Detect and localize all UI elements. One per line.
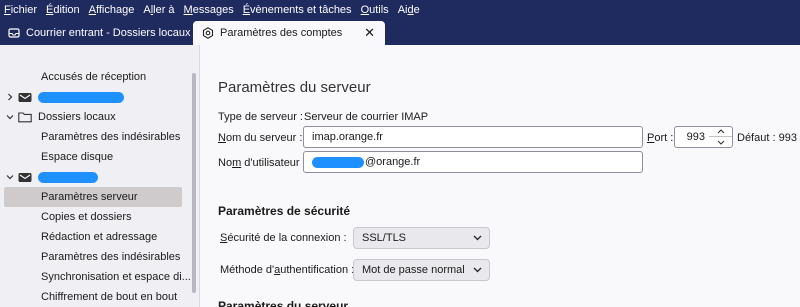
stepper-down-icon[interactable] [709, 137, 732, 147]
sidebar-item-label: Copies et dossiers [41, 211, 132, 223]
account-sidebar: Accusés de réception Dossiers locaux Par… [0, 45, 200, 307]
connection-security-value: SSL/TLS [362, 232, 407, 244]
username-label: Nom d'utilisateur : [218, 157, 306, 169]
server-section-heading: Paramètres du serveur [218, 299, 349, 307]
tab-account-settings[interactable]: Paramètres des comptes ✕ [193, 21, 385, 45]
username-domain: @orange.fr [365, 156, 421, 168]
close-icon[interactable]: ✕ [364, 25, 375, 41]
auth-method-value: Mot de passe normal [362, 264, 465, 276]
menu-bar: Fichier Édition Affichage Aller à Messag… [0, 0, 800, 21]
sidebar-item-label: Dossiers locaux [38, 111, 116, 123]
sidebar-scrollbar[interactable] [187, 45, 199, 307]
scrollbar-thumb[interactable] [192, 73, 196, 293]
tab-bar: Courrier entrant - Dossiers locaux Param… [0, 21, 800, 45]
redacted-username [312, 156, 364, 168]
sidebar-item-label: Paramètres serveur [41, 191, 138, 203]
sidebar-item-local-junk-settings[interactable]: Paramètres des indésirables [4, 127, 182, 147]
sidebar-item-local-folders[interactable]: Dossiers locaux [4, 107, 182, 127]
redacted-account-name [38, 171, 98, 183]
default-port-label: Défaut : 993 [737, 132, 797, 144]
chevron-down-icon [473, 233, 482, 244]
sidebar-item-copies-folders[interactable]: Copies et dossiers [4, 207, 182, 227]
menu-edition[interactable]: Édition [46, 0, 80, 21]
sidebar-item-label: Espace disque [41, 151, 114, 163]
tab-inbox[interactable]: Courrier entrant - Dossiers locaux [0, 21, 192, 45]
auth-method-select[interactable]: Mot de passe normal [353, 259, 490, 281]
sidebar-item-e2e-encryption[interactable]: Chiffrement de bout en bout [4, 287, 182, 307]
sidebar-item-label: Accusés de réception [41, 71, 147, 83]
port-stepper[interactable] [709, 126, 733, 148]
sidebar-item-junk-settings[interactable]: Paramètres des indésirables [4, 247, 182, 267]
menu-messages[interactable]: Messages [184, 0, 234, 21]
server-type-value: Serveur de courrier IMAP [304, 111, 429, 123]
chevron-down-icon[interactable] [4, 113, 16, 121]
connection-security-select[interactable]: SSL/TLS [353, 227, 490, 249]
sidebar-item-account-1[interactable] [4, 87, 182, 107]
menu-evenements-taches[interactable]: Évènements et tâches [243, 0, 352, 21]
auth-method-label: Méthode d'authentification : [220, 264, 355, 276]
mail-account-icon [18, 171, 32, 183]
menu-fichier[interactable]: Fichier [4, 0, 37, 21]
sidebar-item-server-settings[interactable]: Paramètres serveur [4, 187, 182, 207]
port-value: 993 [686, 131, 705, 143]
sidebar-item-label: Paramètres des indésirables [41, 251, 181, 263]
username-field[interactable]: @orange.fr [303, 151, 643, 173]
menu-outils[interactable]: Outils [361, 0, 389, 21]
tab-account-settings-label: Paramètres des comptes [220, 27, 343, 39]
stepper-up-icon[interactable] [709, 127, 732, 137]
sidebar-item-return-receipts[interactable]: Accusés de réception [4, 67, 182, 87]
sidebar-item-label: Chiffrement de bout en bout [41, 291, 178, 303]
chevron-down-icon[interactable] [4, 173, 16, 181]
sidebar-item-label: Rédaction et adressage [41, 231, 158, 243]
server-settings-panel: Paramètres du serveur Type de serveur : … [201, 45, 800, 307]
menu-affichage[interactable]: Affichage [89, 0, 135, 21]
chevron-right-icon[interactable] [4, 93, 16, 101]
server-name-field[interactable]: imap.orange.fr [303, 126, 643, 148]
sidebar-item-account-2[interactable] [4, 167, 182, 187]
server-name-value: imap.orange.fr [312, 131, 383, 143]
sidebar-item-label: Paramètres des indésirables [41, 131, 181, 143]
mail-account-icon [18, 91, 32, 103]
settings-icon [202, 27, 214, 39]
sidebar-item-sync-storage[interactable]: Synchronisation et espace di... [4, 267, 191, 287]
security-section-heading: Paramètres de sécurité [218, 204, 351, 218]
port-field[interactable]: 993 [674, 126, 710, 148]
redacted-account-name [38, 91, 124, 103]
inbox-icon [8, 27, 20, 39]
server-name-label: Nom du serveur : [218, 132, 303, 144]
sidebar-item-composition-addressing[interactable]: Rédaction et adressage [4, 227, 182, 247]
chevron-down-icon [473, 265, 482, 276]
server-type-label: Type de serveur : [218, 111, 303, 123]
sidebar-item-disk-space[interactable]: Espace disque [4, 147, 182, 167]
page-title: Paramètres du serveur [218, 79, 371, 96]
menu-aide[interactable]: Aide [398, 0, 420, 21]
connection-security-label: Sécurité de la connexion : [220, 232, 347, 244]
sidebar-item-label: Synchronisation et espace di... [41, 271, 191, 283]
folder-icon [18, 111, 32, 123]
tab-inbox-label: Courrier entrant - Dossiers locaux [26, 27, 191, 39]
port-label: Port : [647, 132, 674, 144]
menu-aller-a[interactable]: Aller à [143, 0, 174, 21]
